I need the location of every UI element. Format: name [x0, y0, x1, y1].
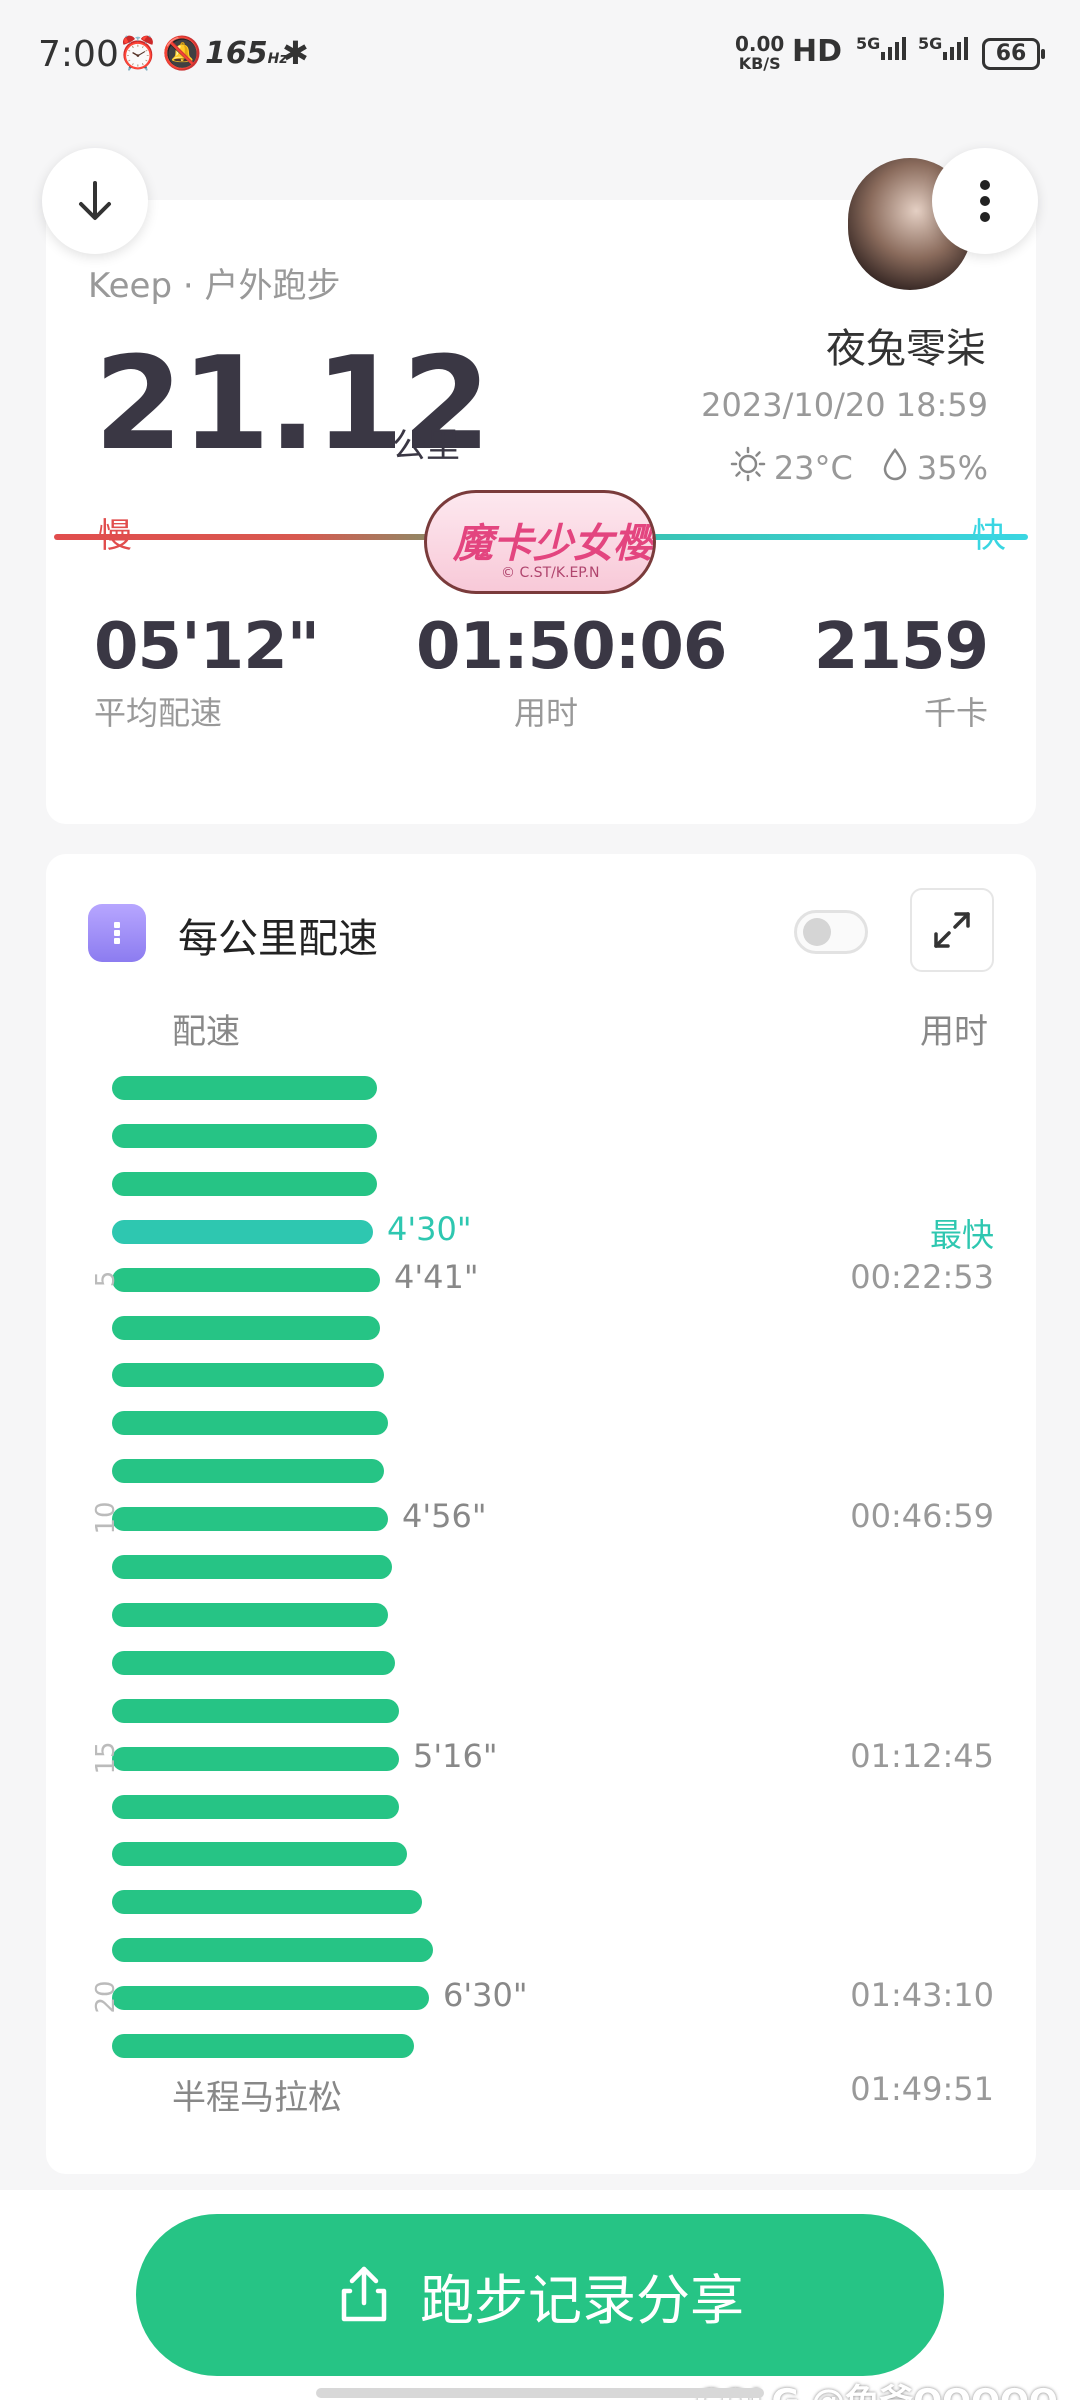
download-button[interactable]: [42, 148, 148, 254]
split-bar-km-2: [112, 1124, 377, 1148]
slow-label: 慢: [98, 516, 132, 556]
km-marker: 20: [91, 1980, 121, 2014]
splits-card: 每公里配速 配速 用时 4'30" 最快 4'41" 00:22:53 5 4'56" 00…: [46, 854, 1036, 2174]
humidity: 35%: [916, 449, 988, 487]
run-datetime: 2023/10/20 18:59: [701, 386, 988, 424]
split-bars: 4'30" 最快 4'41" 00:22:53 5 4'56" 00:46:59 10 5'16…: [46, 854, 1036, 2174]
more-vertical-icon: [980, 180, 990, 222]
distance-unit: 公里: [392, 426, 460, 466]
fastest-marker-icon: [140, 1221, 160, 1243]
battery-icon: 66: [982, 38, 1045, 70]
more-options-button[interactable]: [932, 148, 1038, 254]
half-marathon-label: 半程马拉松: [172, 2078, 342, 2118]
km-marker: 5: [91, 1270, 121, 1288]
activity-source: Keep · 户外跑步: [88, 266, 341, 306]
duration-value: 01:50:06: [416, 610, 727, 684]
split-bar-km-21: [112, 2034, 414, 2058]
humidity-icon: [881, 447, 909, 489]
km-marker: 15: [91, 1741, 121, 1775]
split-bar-km-3: [112, 1172, 377, 1196]
badge-title: 魔卡少女樱: [453, 521, 653, 567]
split-cumulative-time: 01:12:45: [850, 1737, 994, 1775]
split-bar-km-17: [112, 1842, 407, 1866]
signal-icon-2: [942, 34, 970, 70]
share-label: 跑步记录分享: [420, 2268, 744, 2332]
home-indicator[interactable]: [316, 2388, 764, 2398]
split-bar-km-18: [112, 1890, 422, 1914]
hd-indicator: HD: [792, 34, 843, 69]
network-5g-2: 5G: [918, 34, 943, 53]
split-pace-label: 4'56": [402, 1497, 487, 1535]
refresh-rate: 165Hz: [205, 36, 288, 71]
split-bar-km-15: [112, 1747, 399, 1771]
split-pace-label: 4'41": [394, 1258, 479, 1296]
avg-pace-stat: 05'12" 平均配速: [94, 610, 320, 734]
duration-stat: 01:50:06 用时: [416, 610, 727, 734]
split-pace-label: 4'30": [387, 1210, 472, 1248]
split-bar-km-11: [112, 1555, 392, 1579]
clock: 7:00: [38, 34, 119, 75]
bluetooth-icon: ✱: [282, 34, 309, 72]
share-icon: [341, 2266, 387, 2322]
split-bar-km-10: [112, 1507, 388, 1531]
fast-label: 快: [972, 516, 1006, 556]
temperature: 23°C: [773, 449, 853, 487]
duration-label: 用时: [513, 694, 578, 732]
mute-icon: 🔕: [162, 34, 202, 72]
split-bar-km-7: [112, 1363, 384, 1387]
split-cumulative-time: 00:22:53: [850, 1258, 994, 1296]
share-run-button[interactable]: 跑步记录分享: [136, 2214, 944, 2376]
split-bar-km-16: [112, 1795, 399, 1819]
split-bar-km-12: [112, 1603, 388, 1627]
split-bar-km-1: [112, 1076, 377, 1100]
calories-value: 2159: [813, 610, 989, 684]
split-bar-km-14: [112, 1699, 399, 1723]
avg-pace-label: 平均配速: [94, 694, 223, 732]
arrow-down-icon: [79, 181, 111, 220]
cardcaptor-sakura-badge: 魔卡少女樱 © C.ST/K.EP.N: [424, 490, 656, 594]
calories-label: 千卡: [923, 694, 988, 732]
split-bar-km-5: [112, 1268, 380, 1292]
split-bar-km-20: [112, 1986, 429, 2010]
fastest-label: 最快: [929, 1216, 994, 1254]
km-marker: 10: [91, 1501, 121, 1535]
split-bar-km-8: [112, 1411, 388, 1435]
network-speed: 0.00 KB/S: [735, 32, 785, 73]
calories-stat: 2159 千卡: [813, 610, 989, 734]
split-bar-km-9: [112, 1459, 384, 1483]
split-pace-label: 5'16": [413, 1737, 498, 1775]
alarm-icon: ⏰: [118, 34, 158, 72]
split-bar-km-6: [112, 1316, 380, 1340]
user-name: 夜兔零柒: [826, 326, 986, 372]
split-cumulative-time: 01:43:10: [850, 1976, 994, 2014]
sun-icon: [730, 446, 766, 490]
status-bar: 7:00 ⏰ 🔕 165Hz ✱ 0.00 KB/S HD 5G 5G 66: [0, 0, 1080, 110]
network-5g-1: 5G: [856, 34, 881, 53]
split-pace-label: 6'30": [443, 1976, 528, 2014]
signal-icon: [880, 34, 908, 70]
half-marathon-time: 01:49:51: [850, 2070, 994, 2108]
badge-copyright: © C.ST/K.EP.N: [501, 565, 600, 581]
avg-pace-value: 05'12": [94, 610, 320, 684]
run-summary-card: Keep · 户外跑步 21.12 公里 夜兔零柒 2023/10/20 18:…: [46, 200, 1036, 824]
weather-info: 23°C 35%: [730, 446, 988, 490]
split-cumulative-time: 00:46:59: [850, 1497, 994, 1535]
split-bar-km-13: [112, 1651, 395, 1675]
split-bar-km-19: [112, 1938, 433, 1962]
